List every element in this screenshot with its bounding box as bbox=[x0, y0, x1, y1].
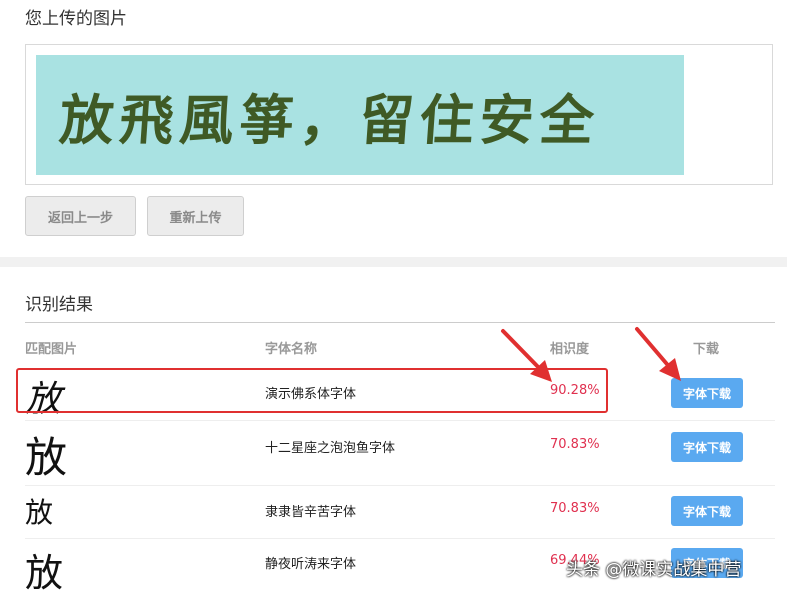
arrow-to-similarity bbox=[501, 329, 552, 382]
watermark: 头条 @微课实战集中营 bbox=[566, 560, 742, 580]
arrow-to-download bbox=[635, 327, 681, 381]
annotation-arrows bbox=[501, 327, 681, 382]
